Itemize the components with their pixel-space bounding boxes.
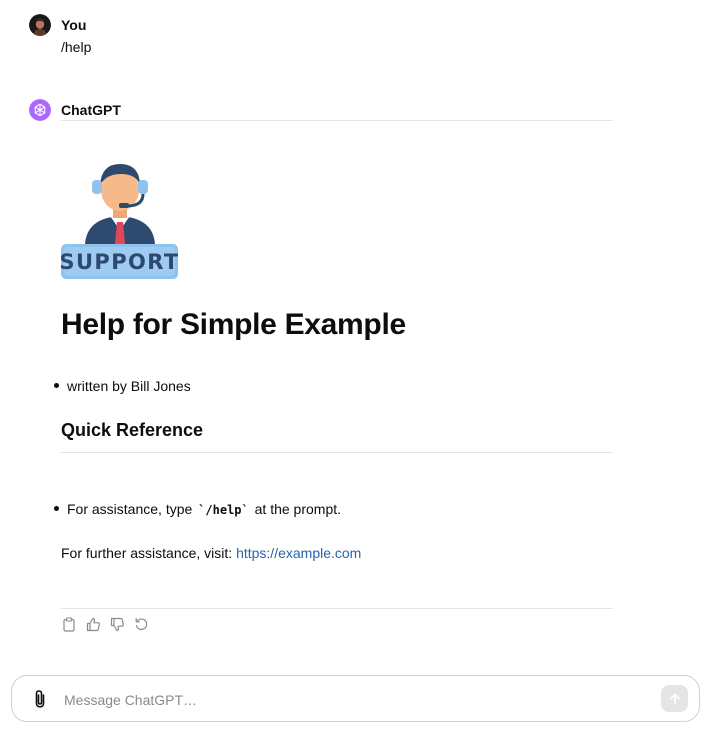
message-actions: [61, 616, 149, 632]
thumbs-down-icon: [110, 617, 124, 631]
copy-button[interactable]: [61, 616, 77, 632]
badge-text: SUPPORT: [61, 250, 178, 274]
arrow-up-icon: [669, 693, 680, 705]
assist-suffix: at the prompt.: [254, 501, 342, 517]
paperclip-icon: [35, 690, 45, 708]
page-title: Help for Simple Example: [61, 308, 406, 341]
chatgpt-avatar: [29, 99, 51, 121]
message-composer: [11, 675, 700, 722]
thumbs-up-icon: [86, 617, 100, 631]
assistance-bullet: For assistance, type `/help` at the prom…: [54, 501, 341, 517]
copy-icon: [63, 616, 75, 632]
bullet-icon: [54, 506, 59, 511]
message-input[interactable]: [62, 686, 646, 714]
user-name: You: [61, 17, 87, 33]
section-divider: [61, 452, 613, 453]
bullet-icon: [54, 383, 59, 388]
thumbs-down-button[interactable]: [109, 616, 125, 632]
further-prefix: For further assistance, visit:: [61, 545, 233, 561]
attach-button[interactable]: [30, 689, 50, 709]
further-assistance-line: For further assistance, visit: https://e…: [61, 545, 361, 561]
user-avatar: [29, 14, 51, 36]
author-bullet: written by Bill Jones: [54, 378, 191, 394]
example-link[interactable]: https://example.com: [236, 545, 361, 561]
assist-prefix: For assistance, type: [67, 501, 193, 517]
assistant-name: ChatGPT: [61, 102, 121, 118]
assistant-message-header: ChatGPT: [29, 99, 121, 121]
header-divider: [61, 120, 613, 121]
actions-divider: [61, 608, 613, 609]
send-button[interactable]: [661, 685, 688, 712]
chat-page: You /help ChatGPT SUPPORT Help for Simpl…: [0, 0, 711, 729]
regenerate-button[interactable]: [133, 616, 149, 632]
user-message-header: You: [29, 14, 86, 36]
openai-logo-icon: [29, 99, 51, 121]
user-message-text: /help: [61, 39, 92, 55]
help-command-code: `/help`: [198, 503, 249, 517]
thumbs-up-button[interactable]: [85, 616, 101, 632]
author-text: written by Bill Jones: [67, 378, 191, 394]
section-title: Quick Reference: [61, 420, 204, 440]
support-badge-image: SUPPORT: [59, 160, 178, 280]
regenerate-icon: [135, 617, 147, 630]
